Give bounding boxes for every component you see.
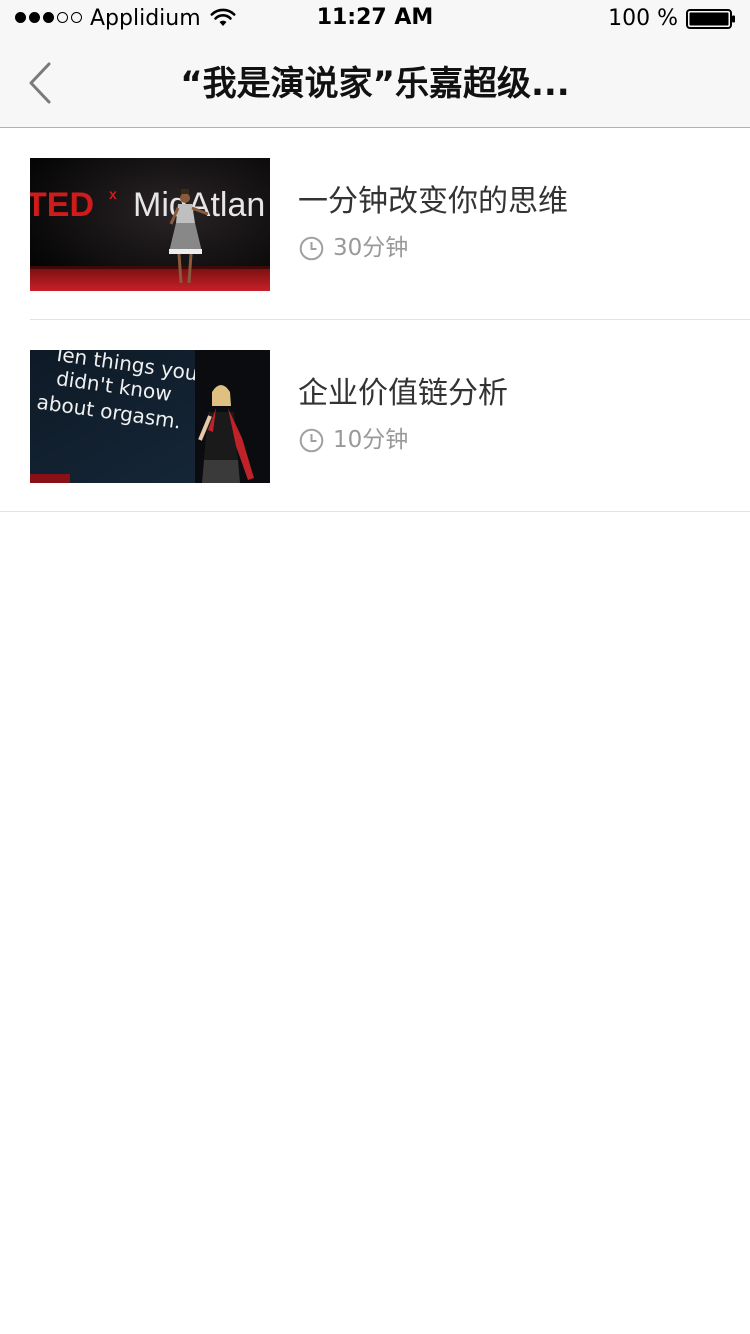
video-duration: 10分钟 — [299, 424, 408, 456]
svg-text:MidAtlan: MidAtlan — [133, 186, 265, 224]
chevron-left-icon — [29, 62, 51, 104]
battery-percentage: 100 % — [608, 6, 678, 31]
svg-text:TED: TED — [30, 186, 94, 224]
navigation-bar: “我是演说家”乐嘉超级... — [0, 40, 750, 128]
battery-icon — [686, 9, 735, 29]
clock-icon — [299, 428, 324, 452]
svg-text:x: x — [109, 186, 117, 202]
video-duration: 30分钟 — [299, 232, 408, 264]
video-thumbnail: Ten things you didn't know about orgasm. — [30, 350, 270, 483]
video-title: 企业价值链分析 — [298, 376, 508, 411]
video-thumbnail: TED x MidAtlan — [30, 158, 270, 291]
duration-text: 10分钟 — [333, 427, 409, 453]
page-title: “我是演说家”乐嘉超级... — [180, 64, 570, 104]
status-bar: Applidium 11:27 AM 100 % — [0, 0, 750, 40]
list-item[interactable]: TED x MidAtlan 一分钟改变你的思维 30分钟 — [0, 128, 750, 320]
back-button[interactable] — [18, 58, 64, 108]
divider — [0, 511, 750, 512]
list-item[interactable]: Ten things you didn't know about orgasm. — [0, 320, 750, 512]
video-list: TED x MidAtlan 一分钟改变你的思维 30分钟 Ten things… — [0, 128, 750, 512]
screen: Applidium 11:27 AM 100 % “我是演说家”乐嘉超级... — [0, 0, 750, 1334]
duration-text: 30分钟 — [333, 235, 409, 261]
video-title: 一分钟改变你的思维 — [298, 184, 568, 219]
clock-icon — [299, 236, 324, 260]
